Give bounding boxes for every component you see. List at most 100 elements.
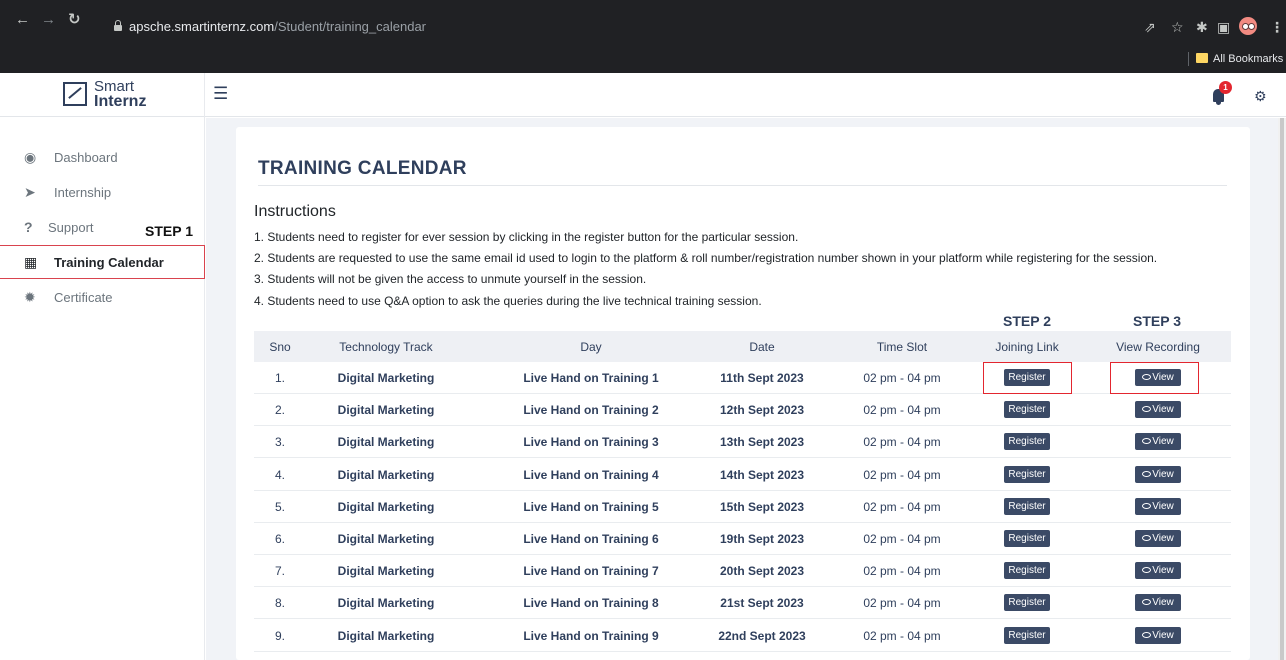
view-label: View	[1152, 533, 1174, 544]
share-icon[interactable]: ⇗	[1144, 19, 1156, 35]
cell-sno: 3.	[274, 435, 285, 450]
cell-day: Live Hand on Training 4	[523, 467, 659, 482]
view-recording-button[interactable]: View	[1135, 497, 1181, 515]
cell-day: Live Hand on Training 8	[523, 596, 659, 611]
scrollbar-thumb[interactable]	[1280, 118, 1284, 660]
cell-track: Digital Marketing	[337, 628, 435, 643]
step1-annotation: STEP 1	[145, 223, 193, 239]
cell-day: Live Hand on Training 7	[523, 564, 659, 579]
bookmarks-label: All Bookmarks	[1213, 53, 1284, 65]
cell-sno: 1.	[274, 371, 285, 385]
browser-chrome: ← → ↻ apsche.smartinternz.com/Student/tr…	[0, 0, 1286, 73]
cell-time-slot: 02 pm - 04 pm	[863, 628, 941, 643]
cell-time-slot: 02 pm - 04 pm	[863, 532, 941, 546]
register-button[interactable]: Register	[1004, 626, 1050, 644]
app-header: Smart Internz ☰ 1 ⚙	[0, 73, 1286, 117]
view-label: View	[1152, 629, 1174, 641]
cell-time-slot: 02 pm - 04 pm	[863, 467, 941, 482]
eye-icon	[1142, 631, 1152, 638]
cell-track: Digital Marketing	[337, 596, 435, 611]
view-label: View	[1152, 404, 1174, 416]
sidebar-item-label: Training Calendar	[54, 255, 164, 270]
column-header-joining-link: Joining Link	[995, 340, 1059, 354]
view-recording-button[interactable]: View	[1135, 626, 1181, 644]
step3-highlight-box	[1110, 362, 1199, 394]
instruction-line: 4. Students need to use Q&A option to as…	[254, 294, 762, 308]
register-button[interactable]: Register	[1004, 401, 1050, 419]
eye-icon	[1142, 406, 1152, 413]
address-bar[interactable]: apsche.smartinternz.com/Student/training…	[104, 16, 1110, 40]
dashboard-icon: ◉	[24, 149, 37, 165]
back-arrow-icon[interactable]: ←	[15, 10, 30, 30]
calendar-icon: ▦	[24, 254, 38, 270]
cell-time-slot: 02 pm - 04 pm	[863, 564, 941, 579]
table-row: 9. Digital Marketing Live Hand on Training…	[254, 620, 1231, 652]
register-button[interactable]: Register	[1004, 465, 1050, 483]
column-header-view-recording: View Recording	[1116, 340, 1200, 354]
register-button[interactable]: Register	[1004, 497, 1050, 515]
side-panel-icon[interactable]: ▣	[1217, 19, 1230, 35]
eye-icon	[1142, 567, 1152, 574]
url-text: apsche.smartinternz.com/Student/training…	[129, 19, 426, 35]
cell-day: Live Hand on Training 6	[523, 532, 659, 546]
step2-highlight-box	[983, 362, 1072, 394]
view-recording-button[interactable]: View	[1135, 401, 1181, 419]
view-recording-button[interactable]: View	[1135, 465, 1181, 483]
brand-logo[interactable]: Smart Internz	[0, 73, 205, 117]
sidebar-item-dashboard[interactable]: ◉ Dashboard	[0, 141, 205, 175]
view-label: View	[1152, 436, 1174, 448]
page-scrollbar[interactable]	[1278, 118, 1286, 660]
instruction-line: 1. Students need to register for ever se…	[254, 230, 799, 244]
register-button[interactable]: Register	[1004, 562, 1050, 580]
view-recording-button[interactable]: View	[1135, 530, 1181, 547]
cell-track: Digital Marketing	[337, 532, 435, 546]
column-header-track: Technology Track	[339, 340, 433, 354]
menu-kebab-icon[interactable]: ⋮	[1270, 19, 1284, 35]
cell-date: 13th Sept 2023	[719, 435, 805, 450]
sidebar-item-internship[interactable]: ➤ Internship	[0, 176, 205, 210]
paper-plane-icon: ➤	[24, 184, 36, 200]
url-path: /Student/training_calendar	[274, 19, 427, 34]
logo-icon	[63, 82, 87, 106]
column-header-day: Day	[580, 340, 602, 354]
lock-icon	[114, 20, 122, 31]
reload-icon[interactable]: ↻	[68, 10, 81, 30]
register-button[interactable]: Register	[1004, 433, 1050, 451]
cell-track: Digital Marketing	[337, 371, 435, 385]
cell-track: Digital Marketing	[337, 467, 435, 482]
gear-icon[interactable]: ⚙	[1254, 88, 1267, 104]
sidebar-item-label: Certificate	[54, 290, 113, 305]
extensions-icon[interactable]: ✱	[1196, 19, 1208, 35]
view-recording-button[interactable]: View	[1135, 433, 1181, 451]
cell-date: 22nd Sept 2023	[718, 628, 806, 643]
register-button[interactable]: Register	[1004, 594, 1050, 612]
column-header-sno: Sno	[269, 340, 291, 354]
star-icon[interactable]: ☆	[1171, 19, 1184, 35]
cell-time-slot: 02 pm - 04 pm	[863, 371, 941, 385]
view-label: View	[1152, 500, 1174, 512]
cell-track: Digital Marketing	[337, 403, 435, 418]
sidebar-item-certificate[interactable]: ✹ Certificate	[0, 281, 205, 315]
forward-arrow-icon[interactable]: →	[41, 10, 56, 30]
eye-icon	[1142, 502, 1152, 509]
cell-time-slot: 02 pm - 04 pm	[863, 403, 941, 418]
cell-day: Live Hand on Training 3	[523, 435, 659, 450]
view-recording-button[interactable]: View	[1135, 562, 1181, 580]
sidebar: ◉ Dashboard ➤ Internship ? Support ▦ Tra…	[0, 117, 205, 660]
view-recording-button[interactable]: View	[1135, 594, 1181, 612]
url-host: apsche.smartinternz.com	[129, 19, 275, 34]
table-header: Sno Technology Track Day Date Time Slot …	[254, 331, 1231, 362]
cell-day: Live Hand on Training 2	[523, 403, 659, 418]
cell-sno: 4.	[274, 467, 285, 482]
column-header-time-slot: Time Slot	[876, 340, 928, 354]
logo-text: Smart Internz	[94, 79, 147, 110]
sidebar-item-training-calendar[interactable]: ▦ Training Calendar	[0, 245, 205, 279]
table-row: 6. Digital Marketing Live Hand on Training…	[254, 523, 1231, 555]
column-header-date: Date	[749, 340, 775, 354]
register-button[interactable]: Register	[1004, 530, 1050, 547]
profile-avatar-icon[interactable]	[1239, 17, 1257, 35]
logo-line2: Internz	[94, 93, 147, 110]
title-divider	[258, 185, 1227, 186]
eye-icon	[1142, 535, 1152, 541]
hamburger-menu-icon[interactable]: ☰	[213, 85, 228, 103]
